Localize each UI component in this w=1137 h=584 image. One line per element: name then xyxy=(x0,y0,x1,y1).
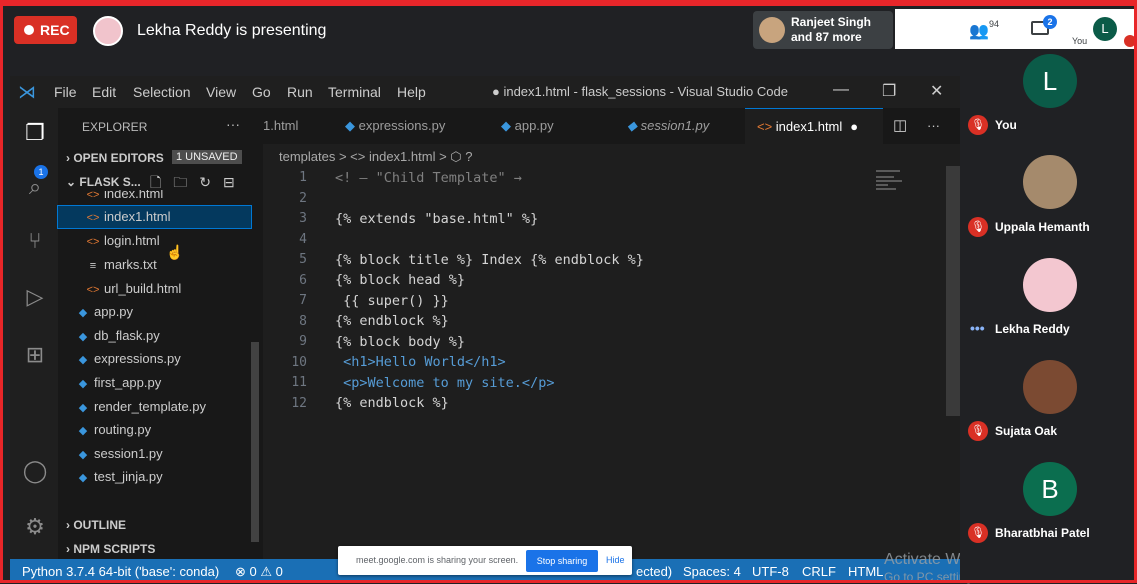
presenting-border xyxy=(0,0,1137,583)
